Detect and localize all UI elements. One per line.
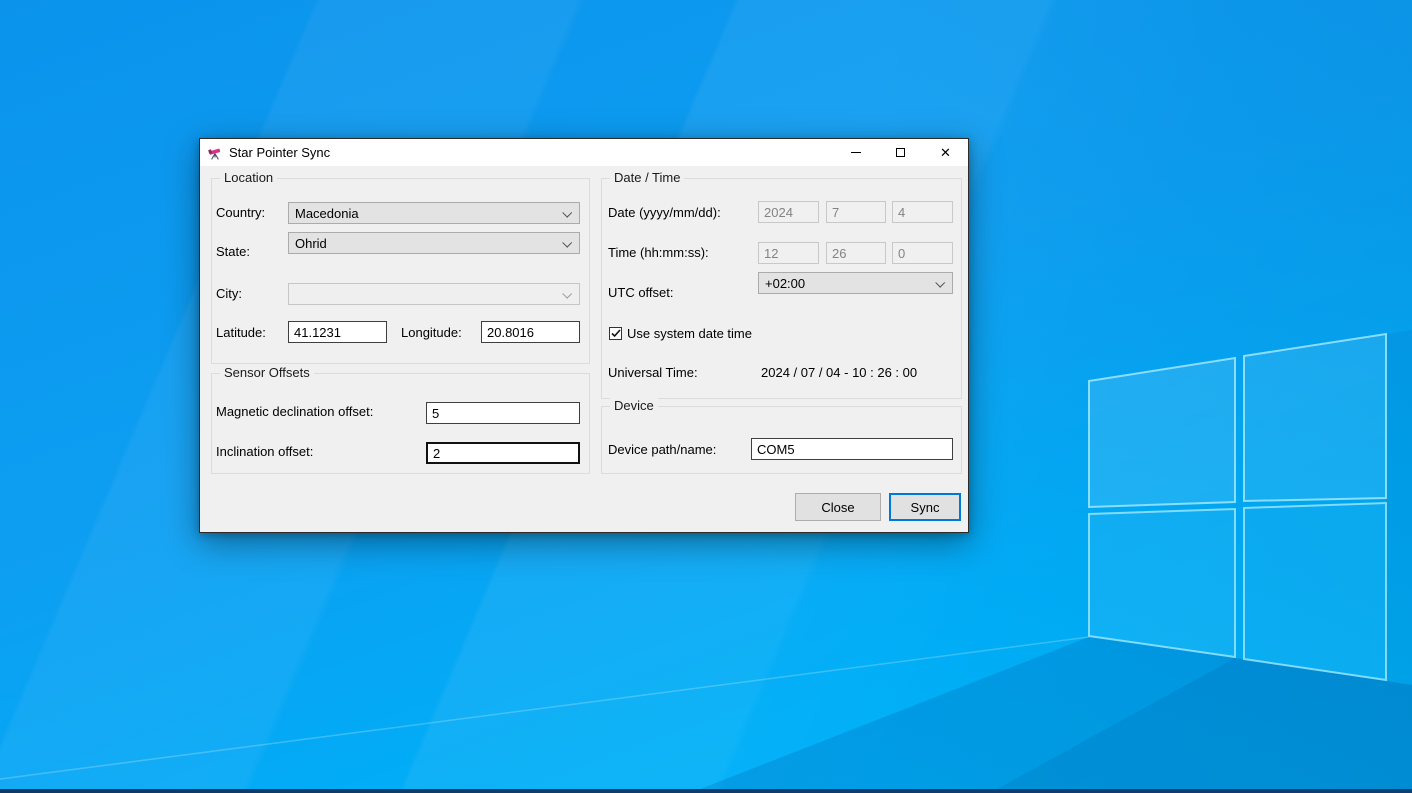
device-group-label: Device bbox=[610, 398, 658, 413]
location-group-label: Location bbox=[220, 170, 277, 185]
window-title: Star Pointer Sync bbox=[229, 145, 330, 160]
chevron-down-icon bbox=[562, 208, 572, 218]
date-year-input[interactable] bbox=[758, 201, 819, 223]
date-day-input[interactable] bbox=[892, 201, 953, 223]
maximize-button[interactable] bbox=[878, 139, 923, 166]
close-button[interactable]: Close bbox=[795, 493, 881, 521]
date-label: Date (yyyy/mm/dd): bbox=[608, 205, 721, 220]
chevron-down-icon bbox=[562, 238, 572, 248]
chevron-down-icon bbox=[562, 289, 572, 299]
sync-button[interactable]: Sync bbox=[889, 493, 961, 521]
longitude-label: Longitude: bbox=[401, 325, 462, 340]
chevron-down-icon bbox=[935, 278, 945, 288]
city-label: City: bbox=[216, 286, 242, 301]
time-label: Time (hh:mm:ss): bbox=[608, 245, 709, 260]
title-bar[interactable]: Star Pointer Sync ✕ bbox=[200, 139, 968, 166]
datetime-group-label: Date / Time bbox=[610, 170, 684, 185]
state-value: Ohrid bbox=[295, 236, 327, 251]
checkbox-box bbox=[609, 327, 622, 340]
star-pointer-sync-window: Star Pointer Sync ✕ Location Country: Ma… bbox=[199, 138, 969, 533]
desktop-wallpaper: Star Pointer Sync ✕ Location Country: Ma… bbox=[0, 0, 1412, 793]
date-month-input[interactable] bbox=[826, 201, 886, 223]
screen-bottom-strip bbox=[0, 789, 1412, 793]
use-system-datetime-checkbox[interactable]: Use system date time bbox=[609, 326, 752, 341]
window-controls: ✕ bbox=[833, 139, 968, 166]
latitude-label: Latitude: bbox=[216, 325, 266, 340]
utc-offset-label: UTC offset: bbox=[608, 285, 674, 300]
close-icon: ✕ bbox=[940, 146, 951, 159]
latitude-input[interactable] bbox=[288, 321, 387, 343]
city-combobox[interactable] bbox=[288, 283, 580, 305]
checkmark-icon bbox=[611, 329, 621, 338]
magnetic-declination-label: Magnetic declination offset: bbox=[216, 404, 373, 419]
utc-offset-value: +02:00 bbox=[765, 276, 805, 291]
minimize-icon bbox=[851, 152, 861, 153]
sensor-offsets-group-label: Sensor Offsets bbox=[220, 365, 314, 380]
country-label: Country: bbox=[216, 205, 265, 220]
time-minute-input[interactable] bbox=[826, 242, 886, 264]
universal-time-value: 2024 / 07 / 04 - 10 : 26 : 00 bbox=[761, 365, 917, 380]
country-value: Macedonia bbox=[295, 206, 359, 221]
universal-time-label: Universal Time: bbox=[608, 365, 698, 380]
inclination-offset-input[interactable] bbox=[426, 442, 580, 464]
close-window-button[interactable]: ✕ bbox=[923, 139, 968, 166]
time-second-input[interactable] bbox=[892, 242, 953, 264]
minimize-button[interactable] bbox=[833, 139, 878, 166]
telescope-icon bbox=[207, 145, 223, 161]
magnetic-declination-input[interactable] bbox=[426, 402, 580, 424]
time-hour-input[interactable] bbox=[758, 242, 819, 264]
maximize-icon bbox=[896, 148, 905, 157]
device-path-input[interactable] bbox=[751, 438, 953, 460]
longitude-input[interactable] bbox=[481, 321, 580, 343]
use-system-datetime-label: Use system date time bbox=[627, 326, 752, 341]
country-combobox[interactable]: Macedonia bbox=[288, 202, 580, 224]
utc-offset-combobox[interactable]: +02:00 bbox=[758, 272, 953, 294]
state-combobox[interactable]: Ohrid bbox=[288, 232, 580, 254]
inclination-offset-label: Inclination offset: bbox=[216, 444, 313, 459]
state-label: State: bbox=[216, 244, 250, 259]
device-path-label: Device path/name: bbox=[608, 442, 716, 457]
